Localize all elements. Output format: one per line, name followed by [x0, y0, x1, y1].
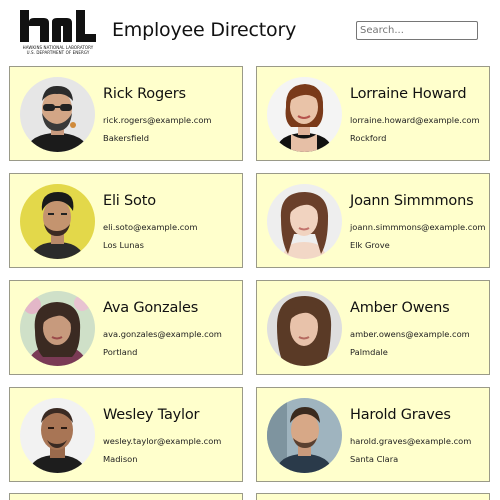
employee-name: Ava Gonzales: [103, 300, 199, 316]
employee-email: amber.owens@example.com: [350, 329, 470, 339]
employee-email: joann.simmmons@example.com: [350, 222, 486, 232]
employee-email: ava.gonzales@example.com: [103, 329, 222, 339]
employee-card[interactable]: Rick Rogers rick.rogers@example.com Bake…: [9, 66, 243, 161]
employee-city: Rockford: [350, 133, 387, 143]
employee-city: Palmdale: [350, 347, 388, 357]
employee-card[interactable]: Harold Graves harold.graves@example.com …: [256, 387, 490, 482]
page-header: HAWKINS NATIONAL LABORATORY U.S. DEPARTM…: [0, 0, 500, 62]
avatar: [20, 291, 95, 366]
employee-city: Elk Grove: [350, 240, 390, 250]
avatar: [267, 398, 342, 473]
employee-card[interactable]: Wesley Taylor wesley.taylor@example.com …: [9, 387, 243, 482]
employee-city: Los Lunas: [103, 240, 144, 250]
avatar: [20, 398, 95, 473]
avatar: [267, 77, 342, 152]
employee-email: lorraine.howard@example.com: [350, 115, 480, 125]
employee-card[interactable]: Ava Gonzales ava.gonzales@example.com Po…: [9, 280, 243, 375]
employee-city: Bakersfield: [103, 133, 150, 143]
logo-department: U.S. DEPARTMENT OF ENERGY: [26, 50, 90, 55]
search-input[interactable]: [356, 21, 478, 40]
employee-name: Wesley Taylor: [103, 407, 200, 423]
avatar: [20, 184, 95, 259]
employee-name: Rick Rogers: [103, 86, 186, 102]
employee-name: Eli Soto: [103, 193, 156, 209]
employee-card[interactable]: [9, 493, 243, 500]
employee-card[interactable]: Lorraine Howard lorraine.howard@example.…: [256, 66, 490, 161]
employee-card[interactable]: [256, 493, 490, 500]
employee-name: Amber Owens: [350, 300, 450, 316]
employee-card[interactable]: Eli Soto eli.soto@example.com Los Lunas: [9, 173, 243, 268]
employee-card[interactable]: Amber Owens amber.owens@example.com Palm…: [256, 280, 490, 375]
employee-city: Portland: [103, 347, 138, 357]
employee-email: harold.graves@example.com: [350, 436, 472, 446]
employee-city: Madison: [103, 454, 138, 464]
page-title: Employee Directory: [112, 19, 297, 41]
avatar: [20, 77, 95, 152]
employee-email: wesley.taylor@example.com: [103, 436, 222, 446]
avatar: [267, 291, 342, 366]
employee-card[interactable]: Joann Simmmons joann.simmmons@example.co…: [256, 173, 490, 268]
hnl-logo-mark: [20, 10, 96, 42]
employee-name: Harold Graves: [350, 407, 451, 423]
employee-name: Joann Simmmons: [350, 193, 474, 209]
hnl-logo: HAWKINS NATIONAL LABORATORY U.S. DEPARTM…: [20, 10, 96, 55]
employee-city: Santa Clara: [350, 454, 399, 464]
employee-email: rick.rogers@example.com: [103, 115, 212, 125]
employee-email: eli.soto@example.com: [103, 222, 198, 232]
employee-name: Lorraine Howard: [350, 86, 467, 102]
avatar: [267, 184, 342, 259]
